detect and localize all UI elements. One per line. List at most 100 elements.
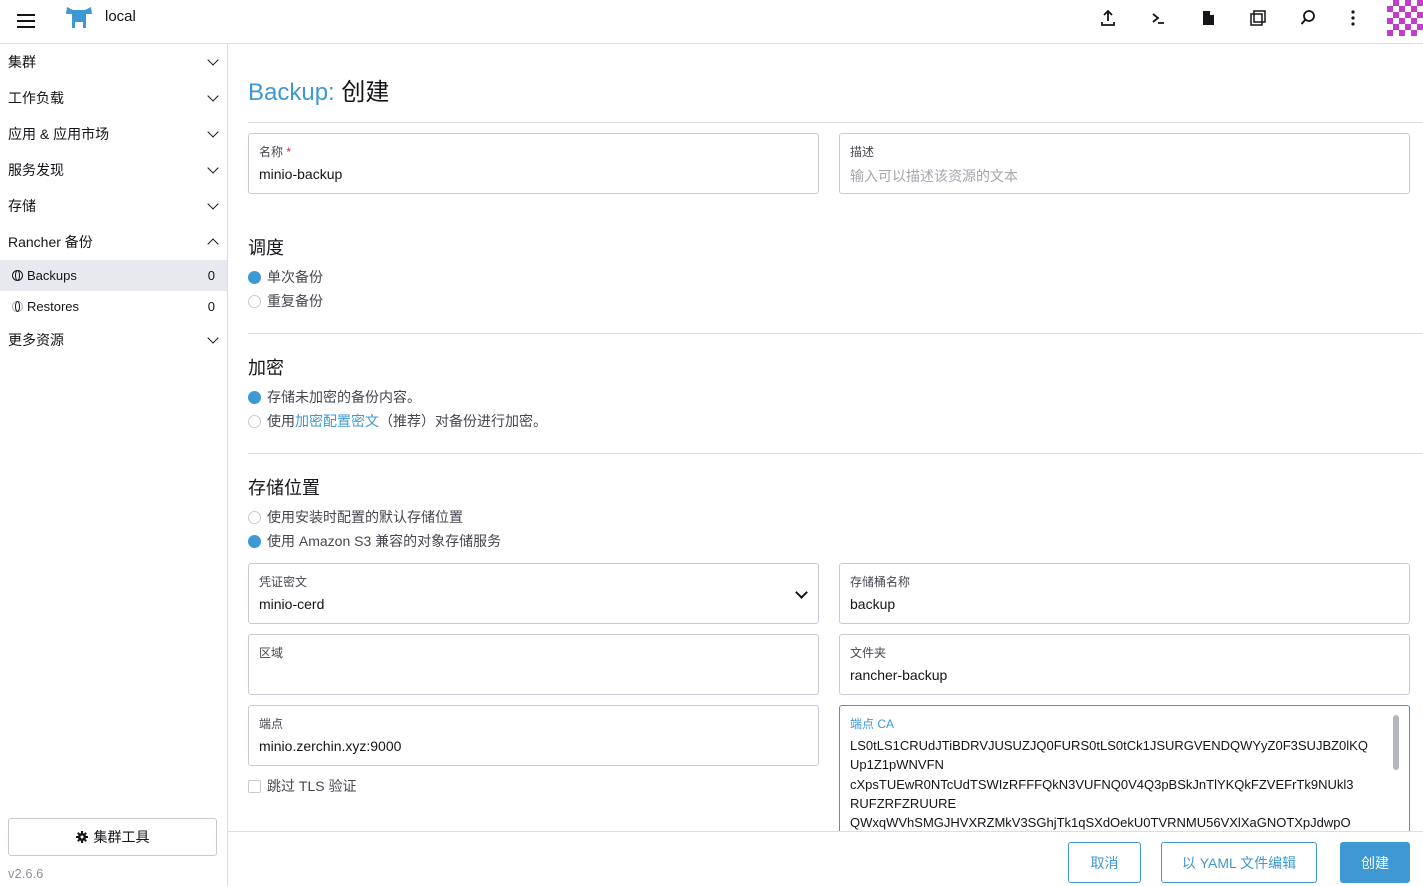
cancel-button[interactable]: 取消 bbox=[1068, 842, 1141, 883]
kubectl-shell-icon[interactable] bbox=[1146, 6, 1170, 30]
endpoint-field[interactable]: 端点 minio.zerchin.xyz:9000 bbox=[248, 705, 819, 766]
search-icon[interactable] bbox=[1296, 6, 1320, 30]
sidebar-group-storage[interactable]: 存储 bbox=[0, 188, 227, 224]
chevron-down-icon bbox=[207, 90, 219, 102]
radio-unselected-icon bbox=[248, 510, 261, 524]
radio-selected-icon bbox=[248, 534, 261, 548]
radio-label: 使用安装时配置的默认存储位置 bbox=[267, 509, 463, 525]
radio-s3-storage[interactable]: 使用 Amazon S3 兼容的对象存储服务 bbox=[248, 531, 501, 551]
ca-line: QWxqWVhSMGJHVXRZMkV3SGhjTk1qSXdOekU0TVRN… bbox=[850, 815, 1351, 831]
ca-line: LS0tLS1CRUdJTiBDRVJUSUZJQ0FURS0tLS0tCk1J… bbox=[850, 738, 1368, 753]
cluster-tools-button[interactable]: 集群工具 bbox=[8, 818, 217, 856]
sidebar-item-label: Restores bbox=[27, 299, 80, 314]
chevron-down-icon bbox=[207, 332, 219, 344]
checkbox-icon bbox=[248, 779, 261, 793]
resource-type-link[interactable]: Backup: bbox=[248, 79, 335, 106]
sidebar-group-apps[interactable]: 应用 & 应用市场 bbox=[0, 116, 227, 152]
radio-default-storage[interactable]: 使用安装时配置的默认存储位置 bbox=[248, 507, 463, 527]
credential-secret-select[interactable]: 凭证密文 minio-cerd bbox=[248, 563, 819, 624]
main-content: Backup: 创建 名称 * minio-backup 描述 输入可以描述该资… bbox=[228, 44, 1423, 831]
chevron-down-icon bbox=[207, 162, 219, 174]
sidebar-item-backups[interactable]: Backups 0 bbox=[0, 260, 227, 291]
menu-icon[interactable] bbox=[16, 10, 38, 32]
chevron-up-icon bbox=[207, 238, 219, 250]
textarea-scrollbar[interactable] bbox=[1393, 715, 1399, 770]
radio-selected-icon bbox=[248, 270, 261, 284]
sidebar-group-label: 更多资源 bbox=[8, 332, 64, 348]
radio-use-encryption-secret[interactable]: 使用加密配置密文（推荐）对备份进行加密。 bbox=[248, 411, 547, 431]
sidebar-group-label: 存储 bbox=[8, 198, 36, 214]
radio-one-time-backup[interactable]: 单次备份 bbox=[248, 267, 323, 287]
cluster-logo-icon bbox=[66, 7, 92, 28]
sidebar-item-count: 0 bbox=[207, 268, 215, 283]
skip-tls-checkbox[interactable]: 跳过 TLS 验证 bbox=[248, 776, 356, 796]
ca-line: Up1Z1pWNVFN bbox=[850, 757, 944, 773]
import-yaml-icon[interactable] bbox=[1096, 6, 1120, 30]
credential-value: minio-cerd bbox=[259, 596, 325, 612]
radio-unselected-icon bbox=[248, 294, 261, 308]
radio-label: 使用 Amazon S3 兼容的对象存储服务 bbox=[267, 533, 502, 549]
sidebar-group-service-discovery[interactable]: 服务发现 bbox=[0, 152, 227, 188]
encryption-config-link[interactable]: 加密配置密文 bbox=[295, 413, 379, 429]
endpoint-ca-label: 端点 CA bbox=[850, 717, 895, 731]
endpoint-input[interactable]: minio.zerchin.xyz:9000 bbox=[259, 738, 808, 754]
ca-line: RUFZRFZRUURE bbox=[850, 795, 957, 811]
sidebar-item-label: Backups bbox=[27, 268, 77, 283]
region-label: 区域 bbox=[259, 646, 284, 660]
create-button[interactable]: 创建 bbox=[1340, 842, 1410, 883]
cluster-tools-label: 集群工具 bbox=[93, 829, 150, 845]
sidebar-group-label: 应用 & 应用市场 bbox=[8, 126, 110, 142]
form-footer: 取消 以 YAML 文件编辑 创建 bbox=[228, 831, 1423, 886]
name-input[interactable]: minio-backup bbox=[259, 166, 808, 182]
globe-icon bbox=[12, 270, 23, 281]
sidebar-item-count: 0 bbox=[207, 299, 215, 314]
sidebar: 集群 工作负载 应用 & 应用市场 服务发现 存储 Rancher 备份 Bac… bbox=[0, 44, 228, 886]
schedule-heading: 调度 bbox=[248, 238, 284, 258]
sidebar-group-more-resources[interactable]: 更多资源 bbox=[0, 322, 227, 358]
sidebar-group-cluster[interactable]: 集群 bbox=[0, 44, 227, 80]
edit-as-yaml-button[interactable]: 以 YAML 文件编辑 bbox=[1161, 842, 1317, 883]
page-action: 创建 bbox=[341, 79, 390, 106]
divider bbox=[248, 453, 1423, 454]
description-input[interactable]: 输入可以描述该资源的文本 bbox=[850, 166, 1399, 186]
bucket-input[interactable]: backup bbox=[850, 596, 1399, 612]
radio-selected-icon bbox=[248, 390, 261, 404]
sidebar-group-label: 集群 bbox=[8, 54, 36, 70]
sidebar-group-rancher-backup[interactable]: Rancher 备份 bbox=[0, 224, 227, 260]
radio-unselected-icon bbox=[248, 414, 261, 428]
credential-label: 凭证密文 bbox=[259, 575, 308, 589]
radio-label: 单次备份 bbox=[267, 269, 323, 285]
radio-label: 存储未加密的备份内容。 bbox=[267, 389, 421, 405]
endpoint-ca-textarea[interactable]: 端点 CA LS0tLS1CRUdJTiBDRVJUSUZJQ0FURS0tLS… bbox=[839, 705, 1410, 831]
version-label: v2.6.6 bbox=[8, 866, 44, 881]
storage-heading: 存储位置 bbox=[248, 478, 320, 498]
region-field[interactable]: 区域 bbox=[248, 634, 819, 695]
sidebar-item-restores[interactable]: Restores 0 bbox=[0, 291, 227, 322]
chevron-down-icon bbox=[207, 54, 219, 66]
radio-label: 重复备份 bbox=[267, 293, 323, 309]
divider bbox=[248, 122, 1423, 123]
download-kubeconfig-icon[interactable] bbox=[1196, 6, 1220, 30]
description-label: 描述 bbox=[850, 145, 875, 159]
chevron-down-icon bbox=[207, 126, 219, 138]
sidebar-group-workloads[interactable]: 工作负载 bbox=[0, 80, 227, 116]
radio-recurring-backup[interactable]: 重复备份 bbox=[248, 291, 323, 311]
folder-label: 文件夹 bbox=[850, 646, 887, 660]
description-field[interactable]: 描述 输入可以描述该资源的文本 bbox=[839, 133, 1410, 194]
ca-line: cXpsTUEwR0NTcUdTSWIzRFFFQkN3VUFNQ0V4Q3pB… bbox=[850, 776, 1354, 792]
bucket-name-field[interactable]: 存储桶名称 backup bbox=[839, 563, 1410, 624]
endpoint-ca-value[interactable]: LS0tLS1CRUdJTiBDRVJUSUZJQ0FURS0tLS0tCk1J… bbox=[850, 736, 1395, 831]
gear-icon bbox=[75, 831, 88, 843]
endpoint-label: 端点 bbox=[259, 717, 284, 731]
name-field[interactable]: 名称 * minio-backup bbox=[248, 133, 819, 194]
copy-kubeconfig-icon[interactable] bbox=[1246, 6, 1270, 30]
checkbox-label: 跳过 TLS 验证 bbox=[267, 778, 357, 794]
folder-field[interactable]: 文件夹 rancher-backup bbox=[839, 634, 1410, 695]
chevron-down-icon bbox=[207, 198, 219, 210]
sidebar-group-label: Rancher 备份 bbox=[8, 234, 93, 250]
user-avatar[interactable] bbox=[1387, 0, 1423, 36]
sidebar-group-label: 服务发现 bbox=[8, 162, 64, 178]
radio-no-encryption[interactable]: 存储未加密的备份内容。 bbox=[248, 387, 421, 407]
folder-input[interactable]: rancher-backup bbox=[850, 667, 1399, 683]
more-actions-icon[interactable] bbox=[1341, 6, 1365, 30]
